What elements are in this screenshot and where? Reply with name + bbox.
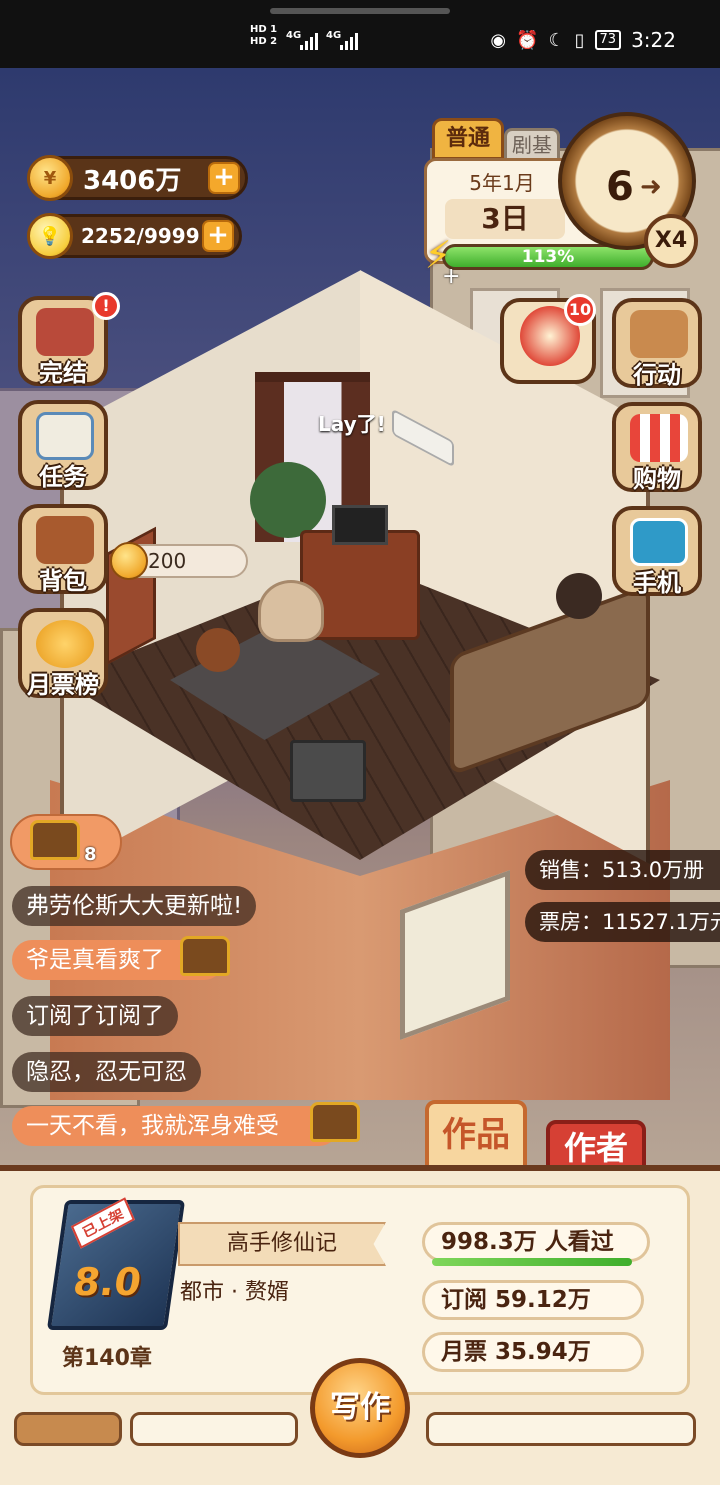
backpack-label: 背包 [39,567,87,595]
eye-icon: ◉ [490,29,507,51]
bottom-slot-3[interactable] [426,1412,696,1446]
write-button[interactable]: 写作 [310,1358,410,1458]
sim2-label: HD 2 [250,36,278,47]
year-month: 5年1月 [469,171,535,195]
finish-label: 完结 [39,359,87,387]
treasure-chest-button[interactable]: 8 [10,814,122,870]
checklist-icon [36,412,94,460]
coin-reward-chip[interactable]: 200 [110,542,248,580]
dial-number: 6 [606,164,634,210]
shop-label: 购物 [633,465,681,493]
sleeping-character[interactable] [556,573,602,619]
finish-button[interactable]: 完结 ! [18,292,120,387]
phone-label: 手机 [633,569,681,597]
book-genre: 都市 · 赘婿 [180,1280,289,1305]
door-arrow-icon [630,310,688,358]
listed-tag: 已上架 [70,1197,135,1249]
sim1-label: HD 1 [250,24,278,35]
shop-button[interactable]: 购物 [612,402,702,493]
treasure-chest-icon[interactable] [180,936,230,976]
alert-badge: ! [92,292,120,320]
signal-2-icon [340,30,358,50]
comment-text: 一天不看，我就浑身难受 [26,1113,279,1139]
speed-multiplier-button[interactable]: X4 [644,214,698,268]
alarm-icon: ⏰ [516,29,539,51]
notch-pill [270,8,450,14]
signal-2-label: 4G [326,30,342,41]
vibrate-icon: ▯ [574,29,585,51]
action-button[interactable]: 行动 [612,298,702,389]
add-gold-button[interactable]: + [208,162,240,194]
coin-icon [110,542,148,580]
arrow-right-icon: ➜ [640,172,662,202]
add-inspiration-button[interactable]: + [202,220,234,252]
pet-bed [258,580,324,642]
bottom-slot-1[interactable] [14,1412,122,1446]
book-score: 8.0 [70,1260,145,1304]
status-time: 3:22 [631,28,676,52]
lightbulb-icon: 💡 [27,213,73,259]
pet-dog[interactable] [196,628,240,672]
monthly-ticket-label: 月票榜 [27,671,99,699]
phone-icon [630,518,688,566]
comment-bubble: 订阅了订阅了 [12,996,178,1036]
gold-value: 3406万 [83,165,182,196]
treasure-chest-icon[interactable] [310,1102,360,1142]
monthly-votes-stat: 月票 35.94万 [422,1332,644,1372]
potted-plant [250,462,326,538]
tasks-label: 任务 [39,463,87,491]
book-cover[interactable]: 已上架 8.0 [46,1197,186,1330]
inspiration-value: 2252/9999 [81,224,200,248]
bag-icon [36,516,94,564]
bottom-slot-2[interactable] [130,1412,298,1446]
coin-reward-value: 200 [148,549,187,573]
lightning-plus-icon[interactable]: ⚡ + [418,232,461,289]
phone-button[interactable]: 手机 [612,506,702,597]
current-day: 3日 [445,199,565,239]
tab-plot[interactable]: 剧基 [504,128,560,162]
box-office-stat: 票房：11527.1万元 [525,902,720,942]
tab-works[interactable]: 作品 [425,1100,527,1170]
signal-1-icon [300,30,318,50]
gold-coin-icon: ¥ [27,155,73,201]
views-stat: 998.3万 人看过 [422,1222,650,1262]
comment-bubble: 弗劳伦斯大大更新啦! [12,886,257,926]
ticket-medal-icon [36,620,94,668]
battery-icon: 73 [594,30,622,50]
action-label: 行动 [633,361,681,389]
network-labels: HD 1 HD 2 [250,24,277,48]
energy-percent: 113% [521,247,575,267]
chapter-label: 第140章 [62,1346,152,1371]
shop-awning-icon [630,414,688,462]
tab-normal-mode[interactable]: 普通 [432,118,504,160]
computer-monitor[interactable] [332,505,388,545]
comment-bubble-gift[interactable]: 一天不看，我就浑身难受 [12,1106,339,1146]
signal-1-label: 4G [286,30,302,41]
sales-stat: 销售：513.0万册 [525,850,720,890]
treasure-chest-icon [30,820,80,860]
tasks-button[interactable]: 任务 [18,400,108,491]
chest-count: 8 [84,844,97,865]
notification-badge: 10 [564,294,596,326]
inspiration-counter: 💡 2252/9999 + [27,213,242,259]
moon-icon: ☾ [548,29,565,51]
character-speech: Lay了! [318,412,386,436]
comment-bubble: 隐忍，忍无可忍 [12,1052,201,1092]
backpack-button[interactable]: 背包 [18,504,108,595]
monthly-ticket-ranking-button[interactable]: 月票榜 [18,608,108,699]
status-bar: HD 1 HD 2 4G 4G ◉ ⏰ ☾ ▯ 73 3:22 [0,0,720,68]
book-title: 高手修仙记 [178,1222,386,1266]
views-progress-bar [432,1258,632,1266]
fortune-wheel-button[interactable]: 10 [500,294,596,384]
comment-text: 爷是真看爽了 [26,947,164,973]
gold-counter: ¥ 3406万 + [27,155,248,201]
old-tv[interactable] [290,740,366,802]
subscriptions-stat: 订阅 59.12万 [422,1280,644,1320]
open-book-icon [36,308,94,356]
